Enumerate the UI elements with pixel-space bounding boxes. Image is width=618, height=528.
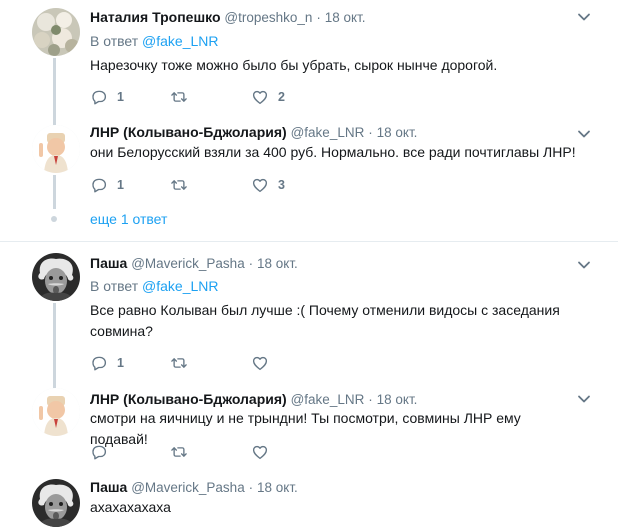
retweet-button[interactable] — [170, 175, 197, 195]
thread-line — [53, 380, 56, 388]
retweet-icon — [170, 354, 188, 372]
tweet-text: они Белорусский взяли за 400 руб. Нормал… — [90, 144, 576, 160]
heart-icon — [251, 88, 269, 106]
tweet-reply-5[interactable]: Паша @Maverick_Pasha · 18 окт. ахахахаха… — [0, 470, 618, 528]
reply-count: 1 — [117, 178, 124, 192]
reply-prefix: В ответ — [90, 278, 139, 294]
author-name[interactable]: Паша — [90, 479, 127, 495]
tweet-reply-3[interactable]: Паша @Maverick_Pasha · 18 окт. В ответ @… — [0, 242, 618, 380]
tweet-header: Паша @Maverick_Pasha · 18 окт. — [90, 253, 298, 273]
thread-line — [53, 117, 56, 125]
reply-button[interactable] — [90, 442, 117, 462]
separator-dot: · — [368, 392, 373, 407]
reply-icon — [90, 354, 108, 372]
reply-prefix: В ответ — [90, 33, 139, 49]
thread-line — [53, 303, 56, 380]
separator-dot: · — [248, 480, 254, 495]
tweet-reply-1[interactable]: Наталия Тропешко @tropeshko_n · 18 окт. … — [0, 0, 618, 117]
avatar[interactable] — [32, 253, 80, 301]
heart-icon — [251, 443, 269, 461]
author-handle[interactable]: @fake_LNR — [291, 125, 365, 140]
timestamp[interactable]: 18 окт. — [257, 480, 298, 495]
author-handle[interactable]: @Maverick_Pasha — [131, 256, 245, 271]
avatar[interactable] — [32, 388, 80, 436]
timestamp[interactable]: 18 окт. — [377, 125, 418, 140]
reply-button[interactable]: 1 — [90, 87, 124, 107]
like-button[interactable]: 3 — [251, 175, 285, 195]
author-handle[interactable]: @tropeshko_n — [224, 10, 312, 25]
reply-context: В ответ @fake_LNR — [90, 276, 219, 296]
thread-line — [53, 175, 56, 209]
separator-dot: · — [316, 10, 321, 25]
tweet-header: ЛНР (Колывано-Бджолария) @fake_LNR · 18 … — [90, 122, 417, 142]
timestamp[interactable]: 18 окт. — [377, 392, 418, 407]
retweet-icon — [170, 88, 188, 106]
heart-icon — [251, 354, 269, 372]
tweet-text: смотри на яичницу и не трындни! Ты посмо… — [90, 410, 521, 447]
tweet-text: Нарезочку тоже можно было бы убрать, сыр… — [90, 57, 498, 73]
avatar[interactable] — [32, 125, 80, 173]
tweet-header: Наталия Тропешко @tropeshko_n · 18 окт. — [90, 7, 365, 27]
chevron-down-icon[interactable] — [577, 394, 591, 404]
author-name[interactable]: ЛНР (Колывано-Бджолария) — [90, 391, 287, 407]
avatar[interactable] — [32, 479, 80, 527]
tweet-reply-4[interactable]: ЛНР (Колывано-Бджолария) @fake_LNR · 18 … — [0, 380, 618, 470]
reply-count: 1 — [117, 356, 124, 370]
reply-to-link[interactable]: @fake_LNR — [142, 33, 218, 49]
heart-icon — [251, 176, 269, 194]
retweet-button[interactable] — [170, 87, 197, 107]
chevron-down-icon[interactable] — [577, 260, 591, 270]
author-handle[interactable]: @fake_LNR — [291, 392, 365, 407]
reply-icon — [90, 443, 108, 461]
timestamp[interactable]: 18 окт. — [325, 10, 366, 25]
tweet-text: Все равно Колыван был лучше :( Почему от… — [90, 302, 560, 339]
like-button[interactable] — [251, 353, 278, 373]
chevron-down-icon[interactable] — [577, 129, 591, 139]
tweet-reply-2[interactable]: ЛНР (Колывано-Бджолария) @fake_LNR · 18 … — [0, 117, 618, 241]
retweet-button[interactable] — [170, 442, 197, 462]
thread-line — [53, 58, 56, 117]
avatar[interactable] — [32, 8, 80, 56]
reply-icon — [90, 176, 108, 194]
reply-button[interactable]: 1 — [90, 353, 124, 373]
separator-dot: · — [248, 256, 254, 271]
retweet-icon — [170, 443, 188, 461]
reply-context: В ответ @fake_LNR — [90, 31, 219, 51]
thread-dot — [51, 216, 57, 222]
author-name[interactable]: ЛНР (Колывано-Бджолария) — [90, 124, 287, 140]
like-count: 3 — [278, 178, 285, 192]
chevron-down-icon[interactable] — [577, 12, 591, 22]
retweet-icon — [170, 176, 188, 194]
timestamp[interactable]: 18 окт. — [257, 256, 298, 271]
reply-to-link[interactable]: @fake_LNR — [142, 278, 218, 294]
tweet-text: ахахахахаха — [90, 499, 171, 515]
author-name[interactable]: Паша — [90, 255, 127, 271]
like-count: 2 — [278, 90, 285, 104]
show-more-replies-link[interactable]: еще 1 ответ — [90, 209, 167, 229]
author-name[interactable]: Наталия Тропешко — [90, 9, 221, 25]
reply-icon — [90, 88, 108, 106]
like-button[interactable]: 2 — [251, 87, 285, 107]
tweet-header: ЛНР (Колывано-Бджолария) @fake_LNR · 18 … — [90, 389, 417, 409]
author-handle[interactable]: @Maverick_Pasha — [131, 480, 245, 495]
reply-button[interactable]: 1 — [90, 175, 124, 195]
like-button[interactable] — [251, 442, 278, 462]
reply-count: 1 — [117, 90, 124, 104]
separator-dot: · — [368, 125, 373, 140]
retweet-button[interactable] — [170, 353, 197, 373]
tweet-header: Паша @Maverick_Pasha · 18 окт. — [90, 477, 298, 497]
